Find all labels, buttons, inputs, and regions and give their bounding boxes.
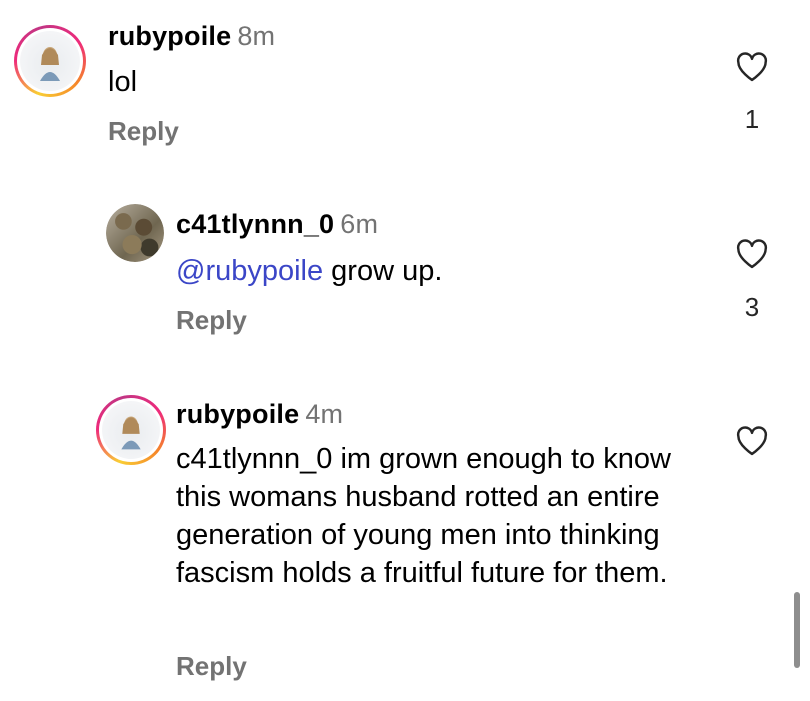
comment-time: 8m: [237, 21, 276, 51]
comment-text-body: grow up.: [323, 255, 443, 287]
reply-button[interactable]: Reply: [108, 116, 179, 147]
comment-text: @rubypoile grow up.: [176, 252, 442, 290]
heart-outline-icon[interactable]: [735, 426, 769, 456]
comment-time: 4m: [305, 399, 344, 429]
comment-text: c41tlynnn_0 im grown enough to know this…: [176, 443, 671, 589]
mention-link[interactable]: @rubypoile: [176, 255, 323, 287]
comment-username[interactable]: rubypoile 4m: [176, 399, 343, 430]
reply-button[interactable]: Reply: [176, 651, 247, 682]
comment-username[interactable]: c41tlynnn_0 6m: [176, 209, 378, 240]
avatar-figure-icon: [40, 47, 60, 81]
heart-outline-icon[interactable]: [735, 52, 769, 82]
avatar: [102, 401, 160, 459]
comment-text: lol: [108, 66, 138, 98]
username-text[interactable]: c41tlynnn_0: [176, 209, 334, 239]
heart-outline-icon[interactable]: [735, 239, 769, 269]
like-count[interactable]: 3: [735, 292, 769, 323]
reply-button[interactable]: Reply: [176, 305, 247, 336]
like-count[interactable]: 1: [735, 104, 769, 135]
avatar-photo: [106, 204, 164, 262]
avatar: [20, 31, 80, 91]
avatar-story-ring[interactable]: [14, 25, 86, 97]
scrollbar[interactable]: [794, 592, 800, 668]
avatar[interactable]: [106, 204, 164, 262]
comment-username[interactable]: rubypoile 8m: [108, 21, 275, 52]
avatar-figure-icon: [121, 416, 141, 450]
comment-time: 6m: [340, 209, 379, 239]
username-text[interactable]: rubypoile: [176, 399, 299, 429]
username-text[interactable]: rubypoile: [108, 21, 231, 51]
avatar-story-ring[interactable]: [96, 395, 166, 465]
